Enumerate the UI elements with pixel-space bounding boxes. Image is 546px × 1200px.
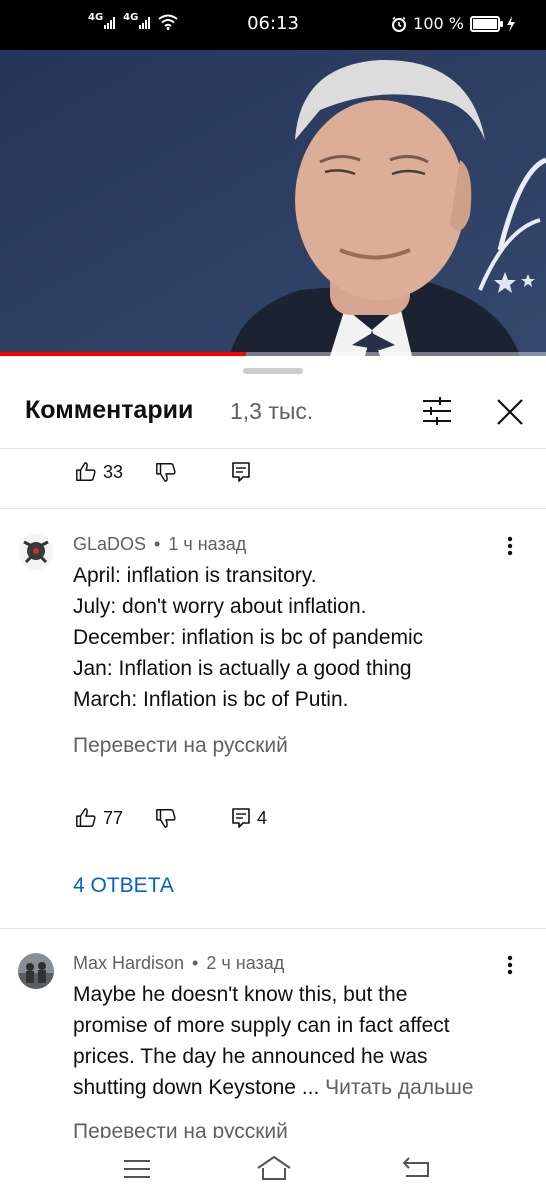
comment-line: Jan: Inflation is actually a good thing — [73, 657, 412, 680]
comment-line-text: shutting down Keystone ... — [73, 1076, 320, 1099]
comment-time: 2 ч назад — [206, 953, 285, 973]
like-button[interactable]: 33 — [75, 461, 123, 483]
avatar[interactable] — [18, 953, 54, 989]
comment-author[interactable]: GLaDOS — [73, 534, 146, 554]
comment-line: December: inflation is bc of pandemic — [73, 626, 424, 649]
close-button[interactable] — [494, 396, 526, 428]
thumb-down-icon — [156, 809, 176, 828]
comment-text: April: inflation is transitory. July: do… — [73, 560, 523, 715]
thumb-up-icon — [76, 808, 96, 827]
comment-menu-button[interactable] — [500, 534, 520, 558]
comment-author[interactable]: Max Hardison — [73, 953, 184, 973]
avatar[interactable] — [18, 534, 54, 570]
comment-text: Maybe he doesn't know this, but the prom… — [73, 979, 523, 1103]
comments-header: Комментарии 1,3 тыс. — [0, 356, 546, 449]
like-count: 33 — [103, 461, 124, 482]
comment-line: prices. The day he announced he was — [73, 1045, 428, 1068]
reply-button[interactable]: 4 — [231, 807, 267, 829]
comment-line: July: don't worry about inflation. — [73, 595, 367, 618]
nav-home-button[interactable] — [256, 1154, 292, 1182]
status-bar: 4G 4G 06:13 100 % — [0, 0, 546, 50]
battery-icon — [470, 15, 503, 32]
comment-line: promise of more supply can in fact affec… — [73, 1014, 450, 1037]
nav-menu-button[interactable] — [122, 1156, 152, 1182]
prev-comment-actions: 33 — [75, 461, 251, 483]
comment-actions: 77 4 — [75, 807, 267, 829]
alarm-icon — [392, 16, 407, 32]
video-player[interactable] — [0, 50, 546, 356]
dislike-button[interactable] — [155, 461, 177, 483]
divider — [0, 508, 546, 509]
reply-icon — [232, 808, 250, 828]
comment-time: 1 ч назад — [168, 534, 247, 554]
separator-dot: • — [154, 534, 161, 554]
nav-back-button[interactable] — [400, 1154, 432, 1182]
divider — [0, 928, 546, 929]
like-button[interactable]: 77 — [75, 807, 123, 829]
thumb-down-icon — [156, 463, 176, 482]
translate-link[interactable]: Перевести на русский — [73, 734, 288, 758]
menu-icon — [124, 1160, 150, 1178]
thumb-up-icon — [76, 462, 96, 481]
view-replies-button[interactable]: 4 ОТВЕТА — [73, 874, 174, 898]
comment-line: March: Inflation is bc of Putin. — [73, 688, 349, 711]
charging-icon — [507, 15, 515, 32]
sort-filter-icon — [423, 397, 451, 425]
comment-meta: Max Hardison • 2 ч назад — [73, 953, 284, 974]
reply-icon — [232, 462, 250, 482]
system-nav-bar — [0, 1138, 546, 1200]
comment-line: April: inflation is transitory. — [73, 564, 317, 587]
comments-title: Комментарии — [25, 396, 194, 424]
comment-line: shutting down Keystone ... Читать дальше — [73, 1072, 523, 1103]
close-icon — [497, 399, 523, 425]
comments-count: 1,3 тыс. — [230, 398, 314, 424]
back-icon — [402, 1157, 429, 1177]
video-frame — [0, 50, 546, 356]
sort-filter-button[interactable] — [420, 396, 454, 426]
comment-menu-button[interactable] — [500, 953, 520, 977]
more-vert-icon — [507, 536, 513, 556]
home-icon — [257, 1156, 291, 1180]
dislike-button[interactable] — [155, 807, 177, 829]
battery-percent: 100 % — [413, 14, 464, 33]
read-more-link[interactable]: Читать дальше — [325, 1076, 473, 1099]
comment-line: Maybe he doesn't know this, but the — [73, 983, 408, 1006]
reply-count: 4 — [257, 807, 268, 828]
more-vert-icon — [507, 955, 513, 975]
comments-sheet: Комментарии 1,3 тыс. 33 GLaDOS • 1 ч наз… — [0, 356, 546, 1200]
reply-button[interactable] — [231, 461, 251, 483]
separator-dot: • — [192, 953, 199, 973]
comment-meta: GLaDOS • 1 ч назад — [73, 534, 246, 555]
like-count: 77 — [103, 807, 124, 828]
